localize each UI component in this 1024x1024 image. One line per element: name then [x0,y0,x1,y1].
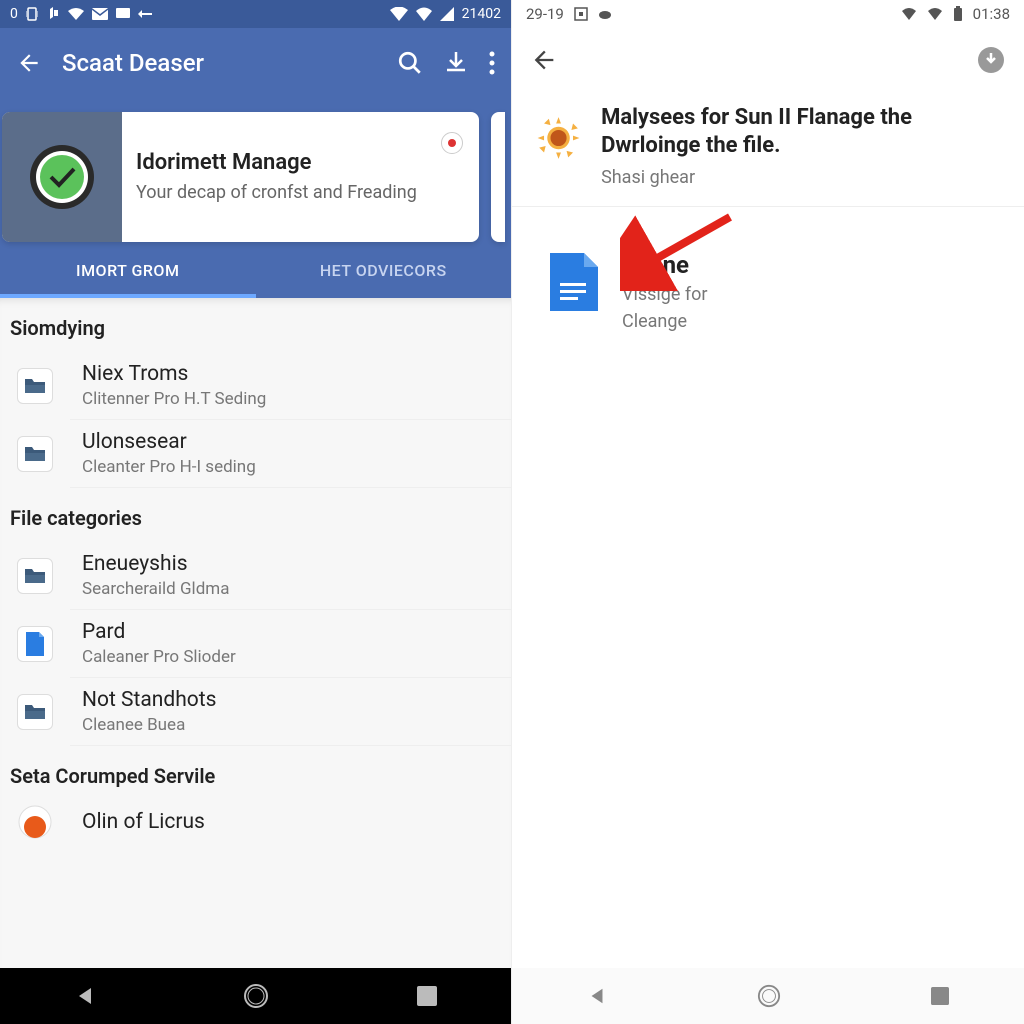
article-title: Malysees for Sun II Flanage the Dwrloing… [601,104,1000,159]
status-bar: 29-19 01:38 [512,0,1024,28]
status-bar: 0 21402 [0,0,511,28]
list-content[interactable]: Siomdying Niex TromsClitenner Pro H.T Se… [0,298,511,968]
more-icon[interactable] [489,51,495,75]
app-title: Scaat Deaser [62,49,377,77]
status-icons-left: 0 [10,6,152,22]
vibrate-icon [26,7,38,21]
back-icon[interactable] [16,50,42,76]
article-subtitle: Shasi ghear [601,167,1000,188]
recording-indicator [441,132,463,154]
download-icon[interactable] [445,50,467,76]
wifi-full-icon [416,7,432,21]
list-item[interactable]: Niex TromsClitenner Pro H.T Seding [0,352,511,420]
nav-back-icon[interactable] [587,986,607,1006]
doc-icon [17,626,53,662]
file-item[interactable]: Seane Vissige for Cleange [536,251,1000,334]
section-header: Seta Corumped Servile [0,746,511,800]
app-bar: Scaat Deaser [0,28,511,98]
card-subtitle: Your decap of cronfst and Freading [136,181,427,204]
tab-bar: IMORT GROM HET ODVIECORS [0,242,511,298]
tab-detectors[interactable]: HET ODVIECORS [256,242,512,298]
battery-icon [953,6,963,22]
app-icon [17,804,53,840]
nav-bar [0,968,511,1024]
folder-icon [17,368,53,404]
list-item[interactable]: UlonsesearCleanter Pro H-I seding [0,420,511,488]
nav-home-icon[interactable] [757,984,781,1008]
sun-icon [536,110,581,166]
list-item[interactable]: Olin of Licrus [0,800,511,844]
section-header: Siomdying [0,298,511,352]
list-item[interactable]: Not StandhotsCleanee Buea [0,678,511,746]
file-subtitle2: Cleange [622,310,708,333]
nav-recents-icon[interactable] [931,987,949,1005]
doc-icon [548,251,600,313]
status-icons-right: 21402 [390,6,501,22]
app-bar [512,28,1024,92]
wifi-icon [68,8,84,20]
cloud-icon [598,9,612,19]
nav-bar [512,968,1024,1024]
wifi-icon [901,8,917,20]
manage-card[interactable]: Idorimett Manage Your decap of cronfst a… [2,112,479,242]
search-icon[interactable] [397,50,423,76]
card-title: Idorimett Manage [136,150,427,175]
status-time: 01:38 [973,5,1010,23]
article-header: Malysees for Sun II Flanage the Dwrloing… [512,92,1024,207]
next-card-stub[interactable] [491,112,505,242]
chat-icon [116,8,130,20]
finger-icon [46,7,60,21]
nav-home-icon[interactable] [243,983,269,1009]
tab-import[interactable]: IMORT GROM [0,242,256,298]
header-panel: Idorimett Manage Your decap of cronfst a… [0,98,511,298]
left-phone-screen: 0 21402 Scaat Deaser [0,0,512,1024]
right-phone-screen: 29-19 01:38 Malysees for Sun II Flanage … [512,0,1024,1024]
check-badge [2,112,122,242]
list-item[interactable]: PardCaleaner Pro Slioder [0,610,511,678]
folder-icon [17,558,53,594]
article-body: Seane Vissige for Cleange [512,207,1024,968]
status-left-text: 29-19 [526,5,564,23]
back-icon[interactable] [530,46,558,74]
download-circle-icon[interactable] [976,45,1006,75]
pointer-arrow-icon [620,211,740,291]
square-icon [574,7,588,21]
back-arrow-icon [138,8,152,20]
signal-icon [440,7,454,21]
nav-recents-icon[interactable] [417,986,437,1006]
section-header: File categories [0,488,511,542]
nav-back-icon[interactable] [74,985,96,1007]
folder-icon [17,694,53,730]
status-time: 21402 [462,6,501,22]
folder-icon [17,436,53,472]
check-circle-icon [27,142,97,212]
wifi-icon [390,7,408,21]
list-item[interactable]: EneueyshisSearcheraild Gldma [0,542,511,610]
wifi-icon [927,8,943,20]
mail-icon [92,8,108,20]
